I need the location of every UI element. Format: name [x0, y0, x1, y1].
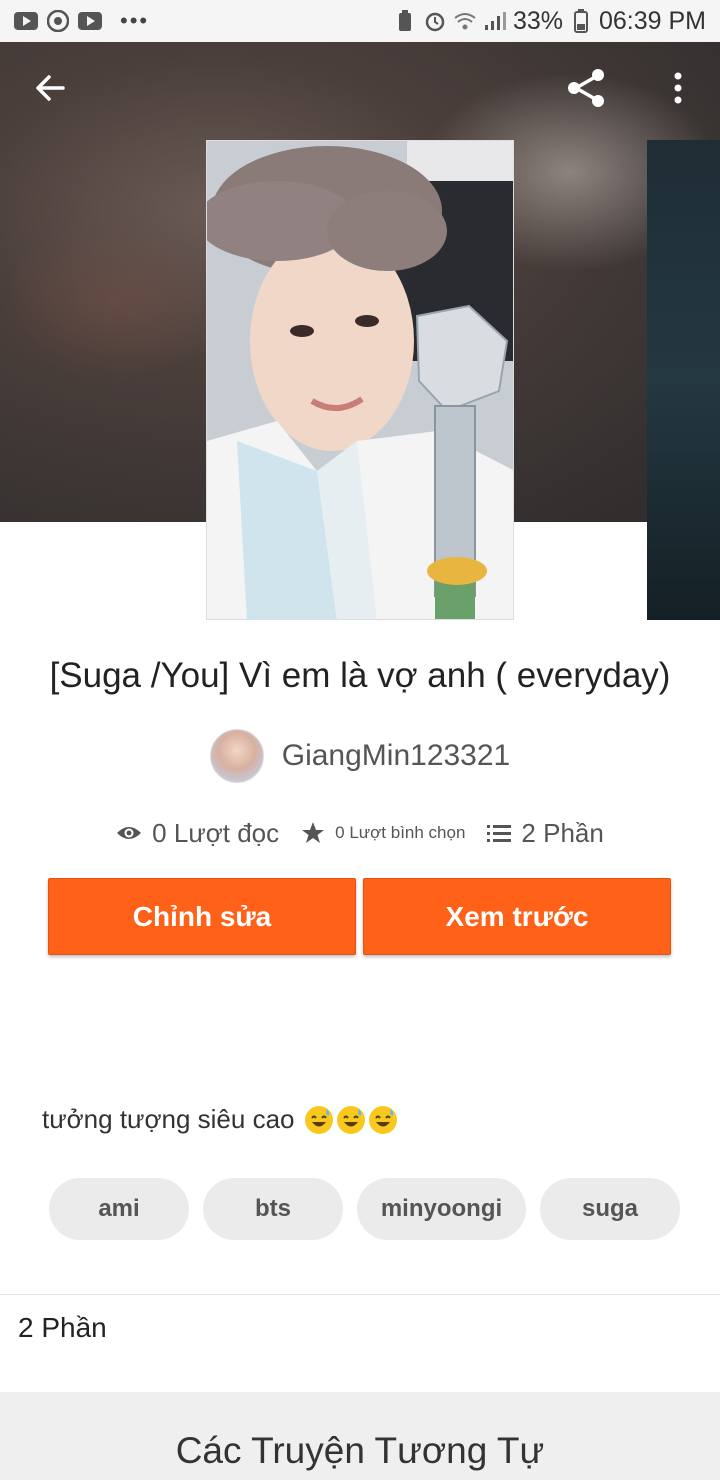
eye-icon [117, 827, 142, 839]
star-icon [302, 822, 325, 843]
hero-blur [0, 222, 230, 382]
signal-icon [483, 11, 507, 31]
tag-ami[interactable]: ami [49, 1178, 189, 1240]
description-text: tưởng tượng siêu cao [42, 1104, 295, 1134]
avatar[interactable] [209, 729, 264, 783]
status-bar: ••• 33% 06:39 PM [0, 0, 720, 42]
votes-stat: 0 Lượt bình chọn [301, 821, 465, 845]
arrow-left-icon [36, 75, 65, 101]
reads-stat: 0 Lượt đọc [116, 818, 279, 849]
chrome-icon [46, 10, 70, 32]
back-button[interactable] [26, 64, 74, 112]
story-title: [Suga /You] Vì em là vợ anh ( everyday) [49, 656, 671, 695]
battery-percent: 33% [512, 6, 563, 35]
status-notifications: ••• [14, 8, 149, 34]
youtube-icon [78, 11, 102, 31]
sweat-smile-emoji-icon [369, 1105, 398, 1134]
author-name[interactable]: GiangMin123321 [282, 739, 511, 773]
sweat-smile-emoji-icon [337, 1105, 366, 1134]
battery-icon [569, 9, 593, 33]
share-icon [568, 69, 604, 107]
preview-button[interactable]: Xem trước [363, 878, 671, 955]
share-button[interactable] [562, 64, 610, 112]
story-description: tưởng tượng siêu cao [42, 1104, 398, 1135]
story-stats: 0 Lượt đọc 0 Lượt bình chọn 2 Phần [0, 810, 720, 856]
sweat-smile-emoji-icon [305, 1105, 334, 1134]
more-options-button[interactable] [654, 64, 702, 112]
tag-suga[interactable]: suga [540, 1178, 680, 1240]
divider [0, 1294, 720, 1295]
clock: 06:39 PM [598, 6, 706, 35]
more-notifications-icon: ••• [120, 8, 150, 33]
reads-count: 0 Lượt đọc [152, 817, 280, 848]
tag-minyoongi[interactable]: minyoongi [357, 1178, 526, 1240]
more-vertical-icon [674, 72, 682, 104]
cover-photo [207, 141, 513, 619]
status-system: 33% 06:39 PM [393, 7, 706, 36]
battery-saver-icon [393, 10, 417, 31]
wifi-icon [453, 11, 477, 31]
tag-list: ami bts minyoongi suga [49, 1178, 680, 1240]
edit-button[interactable]: Chỉnh sửa [48, 878, 356, 955]
tag-bts[interactable]: bts [203, 1178, 343, 1240]
list-icon [487, 825, 512, 842]
next-cover-image[interactable] [647, 140, 720, 620]
parts-stat: 2 Phần [487, 817, 604, 849]
similar-stories-section: Các Truyện Tương Tự [0, 1392, 720, 1480]
alarm-icon [423, 11, 447, 32]
votes-count: 0 Lượt bình chọn [335, 823, 466, 842]
author-row[interactable]: GiangMin123321 [0, 728, 720, 784]
parts-section-label[interactable]: 2 Phần [18, 1312, 107, 1344]
parts-count-stat: 2 Phần [521, 817, 604, 848]
story-cover-image[interactable] [206, 140, 514, 620]
similar-stories-title: Các Truyện Tương Tự [175, 1430, 545, 1471]
youtube-icon [14, 11, 38, 31]
